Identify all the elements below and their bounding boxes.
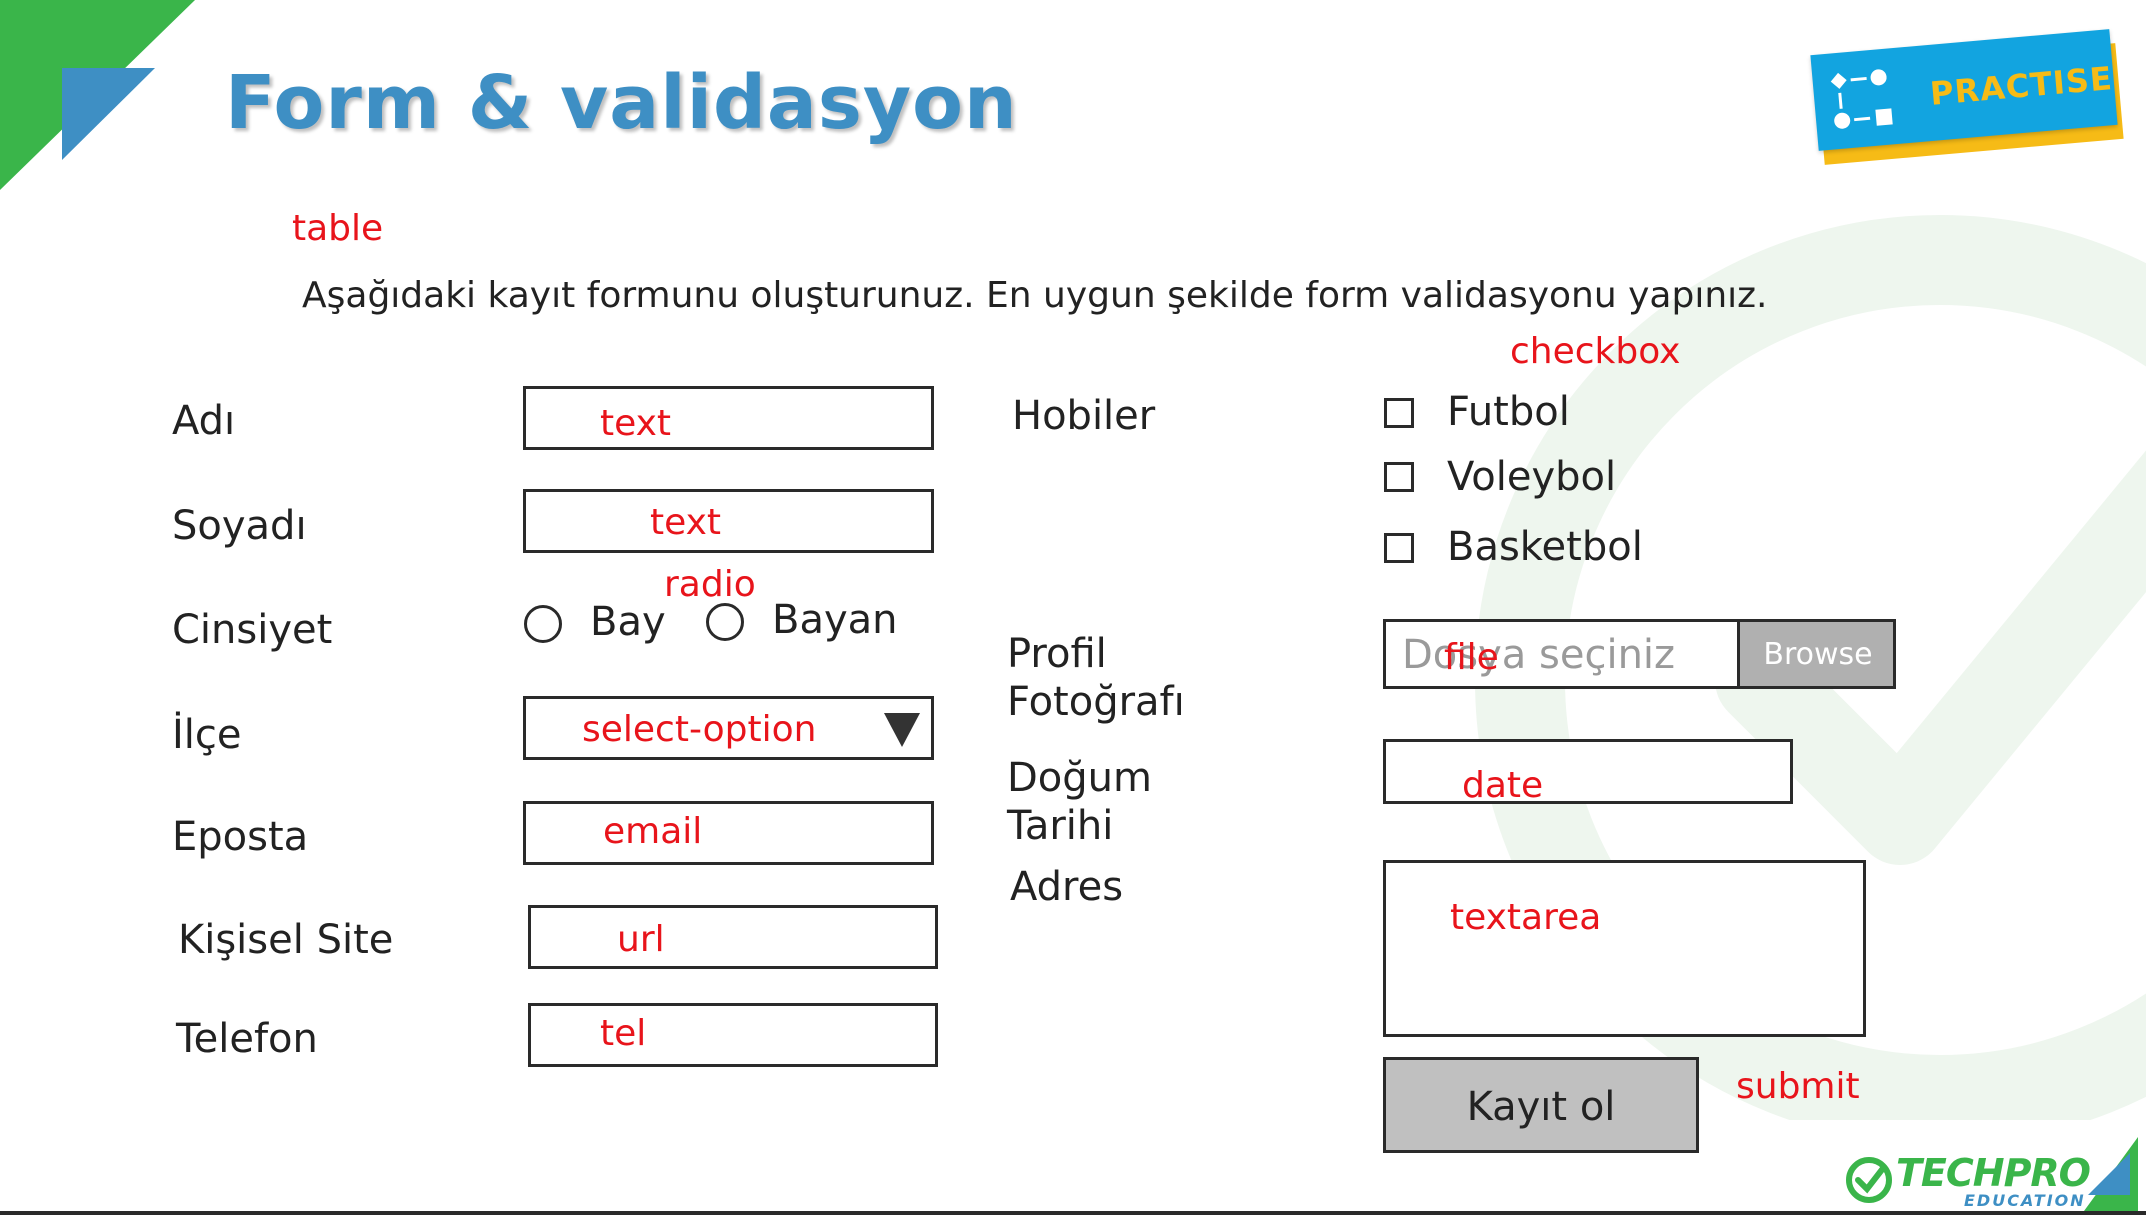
first-name-type-note: text [600,403,672,444]
label-birth-date-line1: Doğum [1007,755,1152,801]
dropdown-arrow-icon [884,713,920,747]
email-type-note: email [603,811,703,852]
radio-annotation: radio [664,564,756,605]
first-name-input[interactable] [523,386,934,450]
label-phone: Telefon [176,1016,318,1062]
label-gender: Cinsiyet [172,607,333,653]
hobby-checkbox-voleybol[interactable] [1384,462,1414,492]
browse-button[interactable]: Browse [1737,622,1893,686]
footer-divider [0,1211,2146,1215]
logo-check-icon [1846,1157,1892,1203]
gender-radio-bayan[interactable] [706,603,744,641]
corner-decoration-icon [0,0,195,190]
birth-date-input[interactable] [1383,739,1793,804]
address-textarea[interactable] [1383,860,1866,1037]
label-birth-date-line2: Tarihi [1007,803,1114,849]
file-annotation: file [1444,637,1499,678]
date-annotation: date [1462,765,1544,806]
table-annotation: table [292,208,384,249]
textarea-annotation: textarea [1450,897,1602,938]
badge-label: PRACTISE [1928,59,2115,113]
label-email: Eposta [172,814,309,860]
email-input[interactable] [523,801,934,865]
submit-annotation: submit [1736,1066,1860,1107]
hobby-label-voleybol: Voleybol [1447,454,1617,500]
district-type-note: select-option [582,709,817,750]
checkbox-annotation: checkbox [1510,331,1681,372]
gender-option-bayan-label: Bayan [772,597,898,643]
gender-option-bay-label: Bay [590,599,666,645]
logo-corner-icon [2084,1137,2138,1211]
logo-main-text: TECHPRO [1896,1151,2091,1195]
practise-badge: PRACTISE [1808,28,2128,165]
label-website: Kişisel Site [178,917,394,963]
submit-button[interactable]: Kayıt ol [1383,1057,1699,1153]
label-first-name: Adı [172,398,236,444]
last-name-input[interactable] [523,489,934,553]
instruction-text: Aşağıdaki kayıt formunu oluşturunuz. En … [302,275,1768,316]
label-address: Adres [1010,864,1124,910]
phone-type-note: tel [600,1013,647,1054]
label-district: İlçe [172,712,242,758]
page-title: Form & validasyon [225,60,1018,146]
gender-radio-bay[interactable] [524,605,562,643]
label-profile-photo-line2: Fotoğrafı [1007,679,1185,725]
label-hobbies: Hobiler [1012,393,1156,439]
last-name-type-note: text [650,502,722,543]
hobby-label-basketbol: Basketbol [1447,524,1643,570]
website-input[interactable] [528,905,938,969]
flowchart-icon [1830,69,1893,129]
file-placeholder: Dosya seçiniz [1402,632,1676,678]
phone-input[interactable] [528,1003,938,1067]
hobby-label-futbol: Futbol [1447,389,1570,435]
hobby-checkbox-futbol[interactable] [1384,398,1414,428]
hobby-checkbox-basketbol[interactable] [1384,533,1414,563]
label-profile-photo-line1: Profil [1007,631,1107,677]
label-last-name: Soyadı [172,503,307,549]
techpro-logo: TECHPRO EDUCATION [1844,1135,2140,1211]
website-type-note: url [617,919,665,960]
browse-button-label: Browse [1763,637,1873,672]
submit-button-label: Kayıt ol [1466,1084,1616,1130]
logo-sub-text: EDUCATION [1964,1191,2086,1210]
